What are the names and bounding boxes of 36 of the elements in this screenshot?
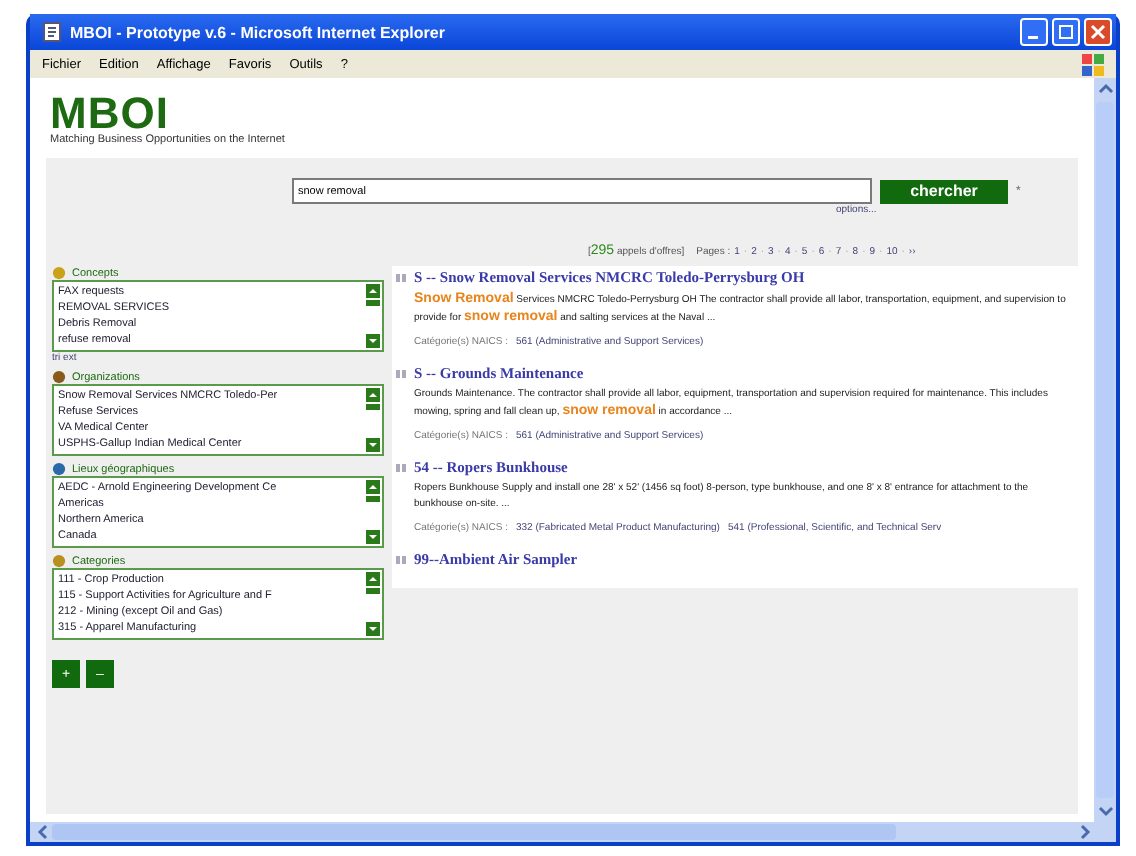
result-icon [396, 369, 408, 377]
minimize-button[interactable] [1020, 18, 1048, 46]
scroll-down-icon[interactable] [366, 334, 380, 348]
scroll-up-icon[interactable] [1097, 82, 1113, 94]
scroll-down-icon[interactable] [1097, 806, 1113, 818]
scroll-down-icon[interactable] [366, 438, 380, 452]
windows-flag-icon [1082, 53, 1104, 75]
maximize-button[interactable] [1052, 18, 1080, 46]
vertical-scrollbar[interactable] [1094, 78, 1116, 822]
scroll-up-icon[interactable] [366, 388, 380, 402]
maximize-icon [1058, 24, 1074, 40]
facet-icon [52, 554, 66, 568]
site-logo: MBOI [50, 94, 169, 134]
scroll-up-icon[interactable] [366, 572, 380, 586]
result-icon [396, 273, 408, 281]
facet-icon [52, 266, 66, 280]
scroll-thumb-icon[interactable] [366, 588, 380, 594]
close-icon [1090, 24, 1106, 40]
result-icon [396, 555, 408, 563]
window-title: MBOI - Prototype v.6 - Microsoft Internet Explorer [70, 23, 447, 41]
horizontal-scrollbar[interactable] [30, 822, 1116, 842]
page-icon [42, 22, 62, 42]
scroll-thumb-icon[interactable] [366, 496, 380, 502]
scroll-left-icon[interactable] [36, 824, 48, 840]
result-icon [396, 463, 408, 471]
facet-icon [52, 462, 66, 476]
close-button[interactable] [1084, 18, 1112, 46]
scroll-right-icon[interactable] [1080, 824, 1092, 840]
scroll-thumb-icon[interactable] [366, 404, 380, 410]
search-button[interactable]: chercher [880, 179, 1008, 203]
scroll-down-icon[interactable] [366, 530, 380, 544]
facet-icon [52, 370, 66, 384]
scroll-up-icon[interactable] [366, 284, 380, 298]
scroll-up-icon[interactable] [366, 480, 380, 494]
scroll-thumb-icon[interactable] [366, 300, 380, 306]
scroll-down-icon[interactable] [366, 622, 380, 636]
